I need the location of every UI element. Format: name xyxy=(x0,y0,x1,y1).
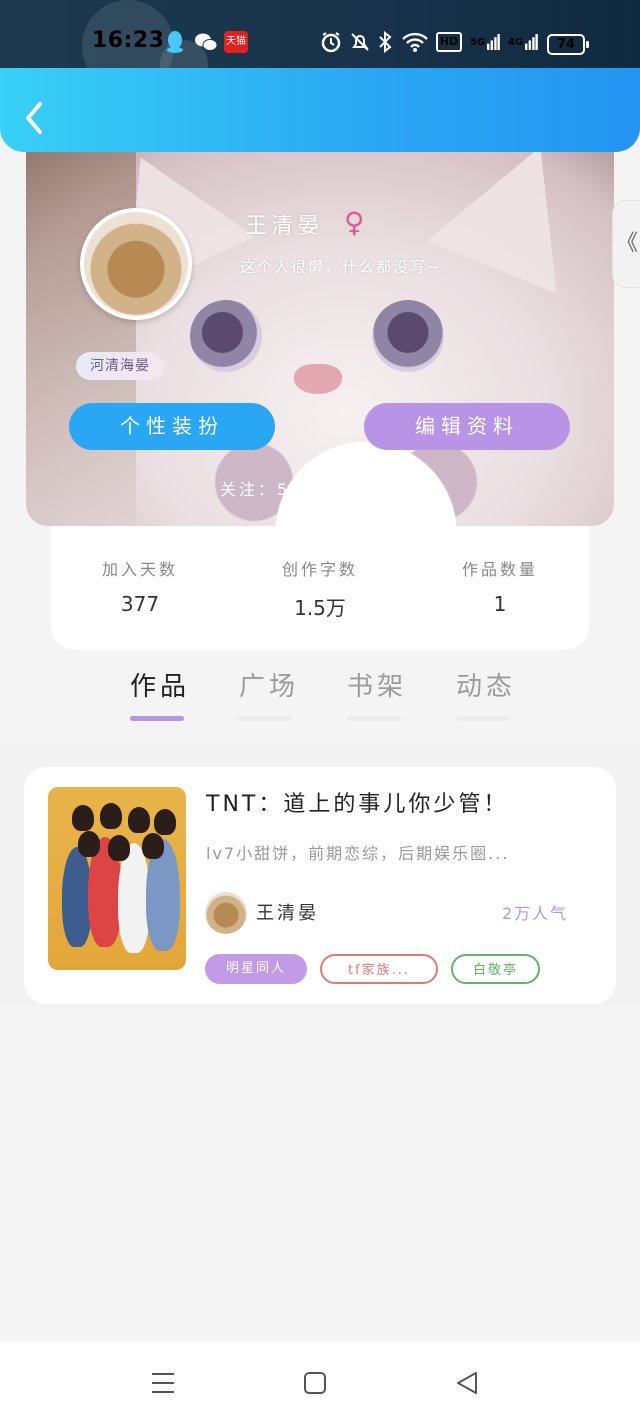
tag-celebrity-fanfic[interactable]: 明星同人 xyxy=(205,954,307,984)
tab-square[interactable]: 广场 xyxy=(239,666,299,703)
square-home-icon xyxy=(304,1372,326,1394)
nickname-badge: 河清海晏 xyxy=(76,352,164,380)
female-gender-icon: ♀ xyxy=(344,206,365,239)
battery-indicator: 74 xyxy=(547,34,589,55)
stat-label: 作品数量 xyxy=(461,560,538,579)
tab-works[interactable]: 作品 xyxy=(130,666,190,703)
fans-count[interactable]: 粉丝：1 xyxy=(360,476,430,500)
author-avatar[interactable] xyxy=(205,892,247,934)
stat-value: 377 xyxy=(120,592,160,616)
work-title[interactable]: TNT：道上的事儿你少管！ xyxy=(206,786,508,818)
wechat-icon xyxy=(194,30,218,54)
tab-indicator xyxy=(238,716,292,721)
5g-signal-icon: 5G xyxy=(470,30,500,54)
tmall-icon: 天猫 xyxy=(224,30,248,54)
tag-tf-family[interactable]: tf家族... xyxy=(320,954,438,984)
menu-button[interactable] xyxy=(148,1368,178,1398)
tab-indicator-active xyxy=(130,716,184,721)
tab-bar xyxy=(0,650,640,742)
cover-cat-eye xyxy=(372,300,444,372)
tab-indicator xyxy=(347,716,401,721)
4g-signal-icon: 4G xyxy=(508,30,538,54)
cover-cat-nose xyxy=(294,364,342,394)
username: 王清晏 xyxy=(245,214,324,239)
cover-cat-ear xyxy=(426,152,606,294)
menu-icon xyxy=(152,1373,174,1393)
stat-label: 加入天数 xyxy=(101,560,178,579)
popularity-count: 2万人气 xyxy=(502,904,569,923)
triangle-back-icon xyxy=(457,1372,477,1394)
side-drawer-handle[interactable]: 《 xyxy=(612,200,640,288)
work-description: lv7小甜饼，前期恋综，后期娱乐圈... xyxy=(206,844,510,863)
author-name[interactable]: 王清晏 xyxy=(256,899,319,925)
stat-word-count: 创作字数 1.5万 xyxy=(240,556,400,621)
system-back-button[interactable] xyxy=(452,1368,482,1398)
work-cover-image[interactable] xyxy=(48,787,186,970)
wifi-icon xyxy=(401,30,429,54)
back-button[interactable] xyxy=(20,98,50,138)
tag-bai-jingting[interactable]: 白敬亭 xyxy=(451,954,540,984)
tab-bookshelf[interactable]: 书架 xyxy=(347,666,407,703)
stat-value: 1 xyxy=(493,592,507,616)
bluetooth-icon xyxy=(376,30,394,54)
hd-icon: HD xyxy=(435,30,463,54)
dress-up-button[interactable]: 个性装扮 xyxy=(69,403,275,450)
stat-label: 创作字数 xyxy=(281,560,358,579)
stat-value: 1.5万 xyxy=(294,596,346,620)
alarm-icon xyxy=(319,30,343,54)
stat-join-days: 加入天数 377 xyxy=(60,556,220,616)
stat-works-count: 作品数量 1 xyxy=(420,556,580,616)
tab-activity[interactable]: 动态 xyxy=(456,666,516,703)
home-button[interactable] xyxy=(300,1368,330,1398)
mute-icon xyxy=(348,30,372,54)
stat-divider xyxy=(332,478,333,496)
avatar[interactable] xyxy=(80,208,192,320)
tab-indicator xyxy=(456,716,510,721)
qq-icon xyxy=(164,30,186,54)
header-bar xyxy=(0,68,640,152)
edit-profile-button[interactable]: 编辑资料 xyxy=(364,403,570,450)
profile-signature: 这个人很懒，什么都没写~ xyxy=(240,258,442,276)
chevron-left-icon xyxy=(26,102,42,134)
status-time: 16:23 xyxy=(92,28,165,53)
following-count[interactable]: 关注：5 xyxy=(220,476,290,500)
cover-cat-eye xyxy=(190,300,262,372)
